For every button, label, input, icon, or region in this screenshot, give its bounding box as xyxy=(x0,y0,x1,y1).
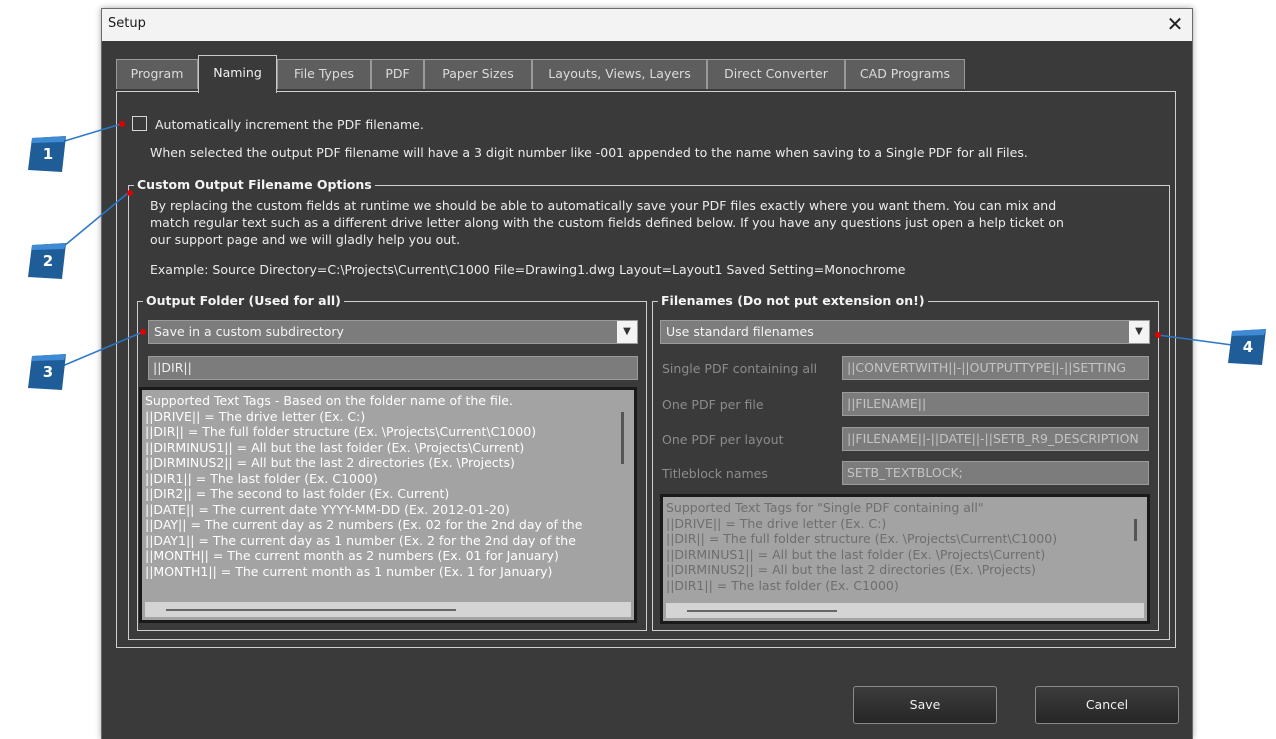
tag-line: ||DIR|| = The full folder structure (Ex.… xyxy=(666,531,1058,546)
vertical-scrollbar-thumb[interactable] xyxy=(621,412,624,464)
tag-line: ||DIR|| = The full folder structure (Ex.… xyxy=(145,424,537,439)
tab-program[interactable]: Program xyxy=(116,59,198,89)
custom-options-description-line: By replacing the custom fields at runtim… xyxy=(150,198,1057,213)
output-folder-mode-value: Save in a custom subdirectory xyxy=(154,324,344,339)
tag-line: ||DRIVE|| = The drive letter (Ex. C:) xyxy=(145,408,366,424)
chevron-down-icon[interactable]: ▼ xyxy=(1129,321,1149,343)
custom-options-description-line: our support page and we will gladly help… xyxy=(150,232,461,247)
auto-increment-description: When selected the output PDF filename wi… xyxy=(150,145,1028,160)
chevron-down-icon[interactable]: ▼ xyxy=(617,321,637,343)
marker-dot xyxy=(119,121,125,127)
tag-line: ||DIR1|| = The last folder (Ex. C1000) xyxy=(145,470,378,486)
tag-line: ||DIR2|| = The second to last folder (Ex… xyxy=(145,486,450,501)
tag-line: ||DIRMINUS1|| = All but the last folder … xyxy=(666,546,1046,562)
auto-increment-label[interactable]: Automatically increment the PDF filename… xyxy=(155,117,424,132)
example-text: Example: Source Directory=C:\Projects\Cu… xyxy=(150,262,906,277)
tag-line: ||DIR1|| = The last folder (Ex. C1000) xyxy=(666,577,899,593)
auto-increment-checkbox[interactable] xyxy=(132,116,147,131)
output-folder-tags: Supported Text Tags - Based on the folde… xyxy=(145,393,612,579)
tag-line: ||DRIVE|| = The drive letter (Ex. C:) xyxy=(666,515,887,531)
output-folder-mode-select[interactable]: Save in a custom subdirectory ▼ xyxy=(148,320,638,344)
callout-4: 4 xyxy=(1226,327,1270,367)
filenames-tags: Supported Text Tags for "Single PDF cont… xyxy=(666,500,1125,593)
close-icon[interactable]: ✕ xyxy=(1162,11,1188,37)
tag-line: ||MONTH1|| = The current month as 1 numb… xyxy=(145,563,553,579)
one-pdf-per-layout-input[interactable]: ||FILENAME||-||DATE||-||SETB_R9_DESCRIPT… xyxy=(842,427,1149,451)
output-folder-heading: Output Folder (Used for all) xyxy=(143,293,344,308)
filenames-mode-select[interactable]: Use standard filenames ▼ xyxy=(660,320,1150,344)
window-title: Setup xyxy=(108,16,146,31)
callout-2: 2 xyxy=(26,241,70,281)
callout-number: 3 xyxy=(42,363,54,381)
tab-layouts-views-layers[interactable]: Layouts, Views, Layers xyxy=(532,59,707,89)
tab-cad-programs[interactable]: CAD Programs xyxy=(845,59,965,89)
tag-line: ||DIRMINUS2|| = All but the last 2 direc… xyxy=(666,562,1036,577)
filenames-tags-textarea[interactable]: Supported Text Tags for "Single PDF cont… xyxy=(660,494,1150,624)
filenames-mode-value: Use standard filenames xyxy=(666,324,814,339)
cancel-button[interactable]: Cancel xyxy=(1035,686,1179,724)
tag-line: ||DATE|| = The current date YYYY-MM-DD (… xyxy=(145,501,510,517)
tag-line: ||DIRMINUS1|| = All but the last folder … xyxy=(145,439,525,455)
tag-line: Supported Text Tags for "Single PDF cont… xyxy=(666,500,984,515)
title-bar: Setup ✕ xyxy=(102,9,1192,41)
tab-file-types[interactable]: File Types xyxy=(277,59,371,89)
vertical-scrollbar-thumb[interactable] xyxy=(1134,519,1137,541)
setup-dialog: Setup ✕ Program Naming File Types PDF Pa… xyxy=(101,8,1193,739)
one-pdf-per-layout-label: One PDF per layout xyxy=(662,432,784,447)
horizontal-scrollbar-thumb[interactable] xyxy=(687,610,837,612)
output-folder-path-input[interactable]: ||DIR|| xyxy=(148,356,638,380)
tab-paper-sizes[interactable]: Paper Sizes xyxy=(424,59,532,89)
callout-3: 3 xyxy=(26,352,70,392)
callout-1: 1 xyxy=(26,134,70,174)
tab-pdf[interactable]: PDF xyxy=(371,59,424,89)
single-pdf-label: Single PDF containing all xyxy=(662,361,818,376)
tag-line: ||MONTH|| = The current month as 2 numbe… xyxy=(145,548,559,563)
tag-line: ||DAY|| = The current day as 2 numbers (… xyxy=(145,517,583,532)
tag-line: Supported Text Tags - Based on the folde… xyxy=(145,393,513,408)
marker-dot xyxy=(1155,332,1161,338)
tag-line: ||DAY1|| = The current day as 1 number (… xyxy=(145,532,576,548)
callout-number: 4 xyxy=(1242,338,1254,356)
tab-direct-converter[interactable]: Direct Converter xyxy=(707,59,845,89)
single-pdf-input[interactable]: ||CONVERTWITH||-||OUTPUTTYPE||-||SETTING xyxy=(842,356,1149,380)
horizontal-scrollbar-thumb[interactable] xyxy=(166,609,456,611)
custom-options-heading: Custom Output Filename Options xyxy=(134,177,375,192)
marker-dot xyxy=(127,190,133,196)
callout-number: 2 xyxy=(42,252,54,270)
tab-naming[interactable]: Naming xyxy=(198,55,277,93)
titleblock-names-label: Titleblock names xyxy=(662,466,768,481)
callout-number: 1 xyxy=(42,145,54,163)
marker-dot xyxy=(140,329,146,335)
one-pdf-per-file-label: One PDF per file xyxy=(662,397,764,412)
save-button[interactable]: Save xyxy=(853,686,997,724)
filenames-heading: Filenames (Do not put extension on!) xyxy=(658,293,928,308)
tag-line: ||DIRMINUS2|| = All but the last 2 direc… xyxy=(145,455,515,470)
custom-options-description-line: match regular text such as a different d… xyxy=(150,215,1064,230)
titleblock-names-input[interactable]: SETB_TEXTBLOCK; xyxy=(842,461,1149,485)
one-pdf-per-file-input[interactable]: ||FILENAME|| xyxy=(842,392,1149,416)
output-folder-tags-textarea[interactable]: Supported Text Tags - Based on the folde… xyxy=(139,387,637,623)
